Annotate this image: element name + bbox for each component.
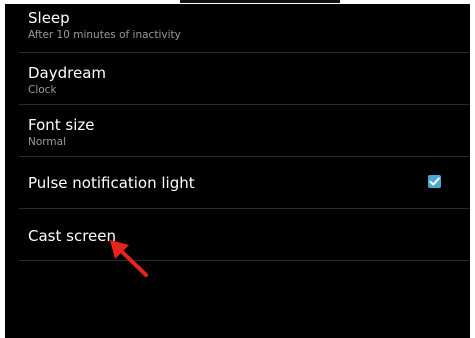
red-arrow-icon bbox=[110, 240, 148, 277]
status-sliver bbox=[180, 0, 340, 3]
settings-panel: Sleep After 10 minutes of inactivity Day… bbox=[5, 4, 470, 338]
